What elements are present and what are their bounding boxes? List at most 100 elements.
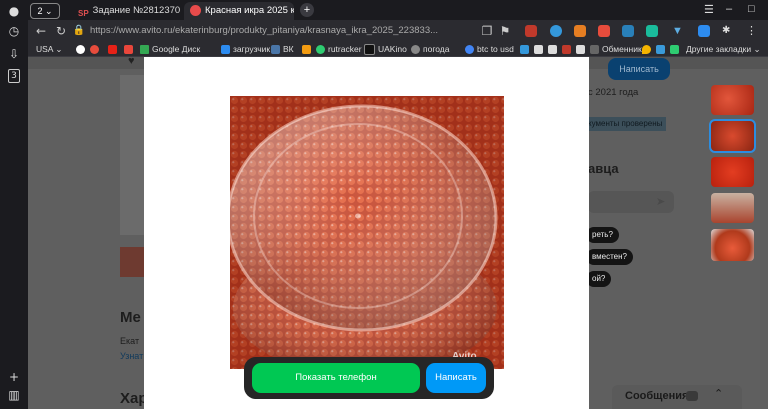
seller-since-text: с 2021 года: [588, 87, 639, 98]
refresh-icon[interactable]: ↻: [54, 24, 68, 38]
bookmark-other[interactable]: Другие закладки ⌄: [686, 43, 761, 55]
bookmark-gmail[interactable]: [124, 43, 136, 55]
minimize-icon[interactable]: –: [726, 3, 732, 15]
send-arrow-icon[interactable]: ➤: [656, 195, 665, 208]
c-icon: [562, 45, 571, 55]
vk-icon: [271, 45, 280, 55]
sidebar-toggle-icon[interactable]: ▥: [7, 388, 21, 402]
photo-thumb-edge: [120, 247, 144, 277]
map-pin-icon: [642, 45, 651, 55]
downloader-icon: [221, 45, 230, 55]
bookmark-lang[interactable]: USA ⌄: [36, 43, 63, 55]
bookmark-manager-icon[interactable]: ☰: [704, 3, 714, 16]
messages-badge-icon: [686, 391, 698, 401]
bookmark-btc[interactable]: btc to usd: [465, 43, 514, 55]
tab-group-icon[interactable]: 3: [8, 69, 20, 83]
bookmark-youtube[interactable]: [108, 43, 120, 55]
section-heading: Ме: [120, 309, 141, 326]
bookmark-rutracker[interactable]: rutracker: [316, 43, 362, 55]
tab-counter[interactable]: 2 ⌄: [30, 3, 60, 19]
a-icon: [576, 45, 585, 55]
bookmark-uakino[interactable]: UAKino: [364, 43, 407, 56]
gallery-thumbnail[interactable]: [711, 229, 754, 261]
add-icon[interactable]: +: [7, 370, 21, 384]
bookmarks-bar: USA ⌄ Google Диск загрузчик ВК rutracker…: [28, 42, 768, 57]
menu-icon[interactable]: ⋮: [746, 25, 758, 37]
bookmark-maps[interactable]: [642, 43, 654, 55]
youtube-icon: [108, 45, 117, 55]
address-field[interactable]: https://www.avito.ru/ekaterinburg/produk…: [90, 23, 470, 39]
extensions-puzzle-icon[interactable]: ✱: [722, 25, 734, 37]
bookmark-downloader[interactable]: загрузчик: [221, 43, 270, 55]
bookmark-sparkle[interactable]: [656, 43, 668, 55]
bookmark-g[interactable]: [670, 43, 682, 55]
quick-reply-chip[interactable]: вместен?: [586, 249, 633, 265]
product-photo: Avito: [230, 96, 504, 369]
gallery-thumbnail[interactable]: [711, 157, 754, 187]
vpn-icon[interactable]: ▼: [672, 25, 684, 37]
show-phone-button[interactable]: Показать телефон: [252, 363, 420, 393]
chevron-up-icon[interactable]: ⌃: [714, 387, 723, 400]
main-photo-edge: [120, 75, 144, 235]
bookmark-icon[interactable]: ⚑: [498, 24, 512, 38]
bookmark-google-drive[interactable]: Google Диск: [140, 43, 200, 55]
maximize-icon[interactable]: □: [748, 3, 755, 15]
f-icon: [302, 45, 311, 55]
avito-favicon-icon: [190, 4, 201, 16]
bookmark-google[interactable]: [76, 43, 88, 55]
heart-icon[interactable]: ♥: [128, 57, 135, 67]
extension-icon[interactable]: [574, 25, 586, 37]
weather-icon: [411, 45, 420, 55]
bookmark-a[interactable]: [576, 43, 588, 55]
seller-heading: авца: [588, 161, 619, 176]
header-write-button[interactable]: Написать: [608, 58, 670, 80]
bookmark-exchanger[interactable]: Обменник: [590, 43, 642, 55]
bookmark-target[interactable]: [90, 43, 102, 55]
extension-icon[interactable]: [550, 25, 562, 37]
lock-icon[interactable]: 🔒: [72, 24, 86, 38]
bookmark-vk[interactable]: ВК: [271, 43, 294, 55]
bookmark-f[interactable]: [302, 43, 314, 55]
write-message-button[interactable]: Написать: [426, 363, 486, 393]
download-icon[interactable]: [698, 25, 710, 37]
extension-icon[interactable]: [525, 25, 537, 37]
downloads-icon[interactable]: ⇩: [7, 47, 21, 61]
bookmark-p[interactable]: [520, 43, 532, 55]
profile-icon[interactable]: ●: [7, 4, 21, 18]
bookmark-label: Обменник: [602, 44, 642, 54]
tab-label: Красная икра 2025 куп: [205, 5, 294, 16]
sparkle-icon: [656, 45, 665, 55]
exchanger-icon: [590, 45, 599, 55]
extension-icon[interactable]: [598, 25, 610, 37]
history-icon[interactable]: ◷: [7, 24, 21, 38]
photo-viewer-modal: Avito Показать телефон Написать: [144, 57, 589, 409]
copy-link-icon[interactable]: ❐: [480, 24, 494, 38]
g-icon: [670, 45, 679, 55]
quick-reply-chip[interactable]: реть?: [586, 227, 619, 243]
gallery-thumbnail[interactable]: [711, 85, 754, 115]
bookmark-weather[interactable]: погода: [411, 43, 449, 55]
tab-task[interactable]: SPЗадание №2812370 - про: [72, 2, 182, 20]
new-tab-button[interactable]: +: [300, 3, 314, 17]
quick-reply-chip[interactable]: ой?: [586, 271, 612, 287]
extension-icon[interactable]: [622, 25, 634, 37]
bookmark-b[interactable]: [548, 43, 560, 55]
p-icon: [520, 45, 529, 55]
address-link[interactable]: Узнат: [120, 351, 143, 361]
messages-panel[interactable]: Сообщения ⌃: [612, 385, 742, 409]
star-icon: [534, 45, 543, 55]
tab-avito[interactable]: Красная икра 2025 куп: [184, 2, 294, 20]
caviar-container-image: [230, 96, 504, 369]
back-icon[interactable]: ←: [34, 24, 48, 38]
rutracker-icon: [316, 45, 325, 55]
drive-icon: [140, 45, 149, 55]
bookmark-label: Другие закладки: [686, 44, 752, 54]
gallery-thumbnail-selected[interactable]: [709, 119, 756, 153]
bookmark-label: погода: [423, 44, 450, 54]
bookmark-star[interactable]: [534, 43, 546, 55]
bookmark-c[interactable]: [562, 43, 574, 55]
gallery-thumbnail[interactable]: [711, 193, 754, 223]
navigation-bar: ← ↻ 🔒 https://www.avito.ru/ekaterinburg/…: [28, 20, 768, 42]
extension-icon[interactable]: [646, 25, 658, 37]
bookmark-label: загрузчик: [233, 44, 271, 54]
